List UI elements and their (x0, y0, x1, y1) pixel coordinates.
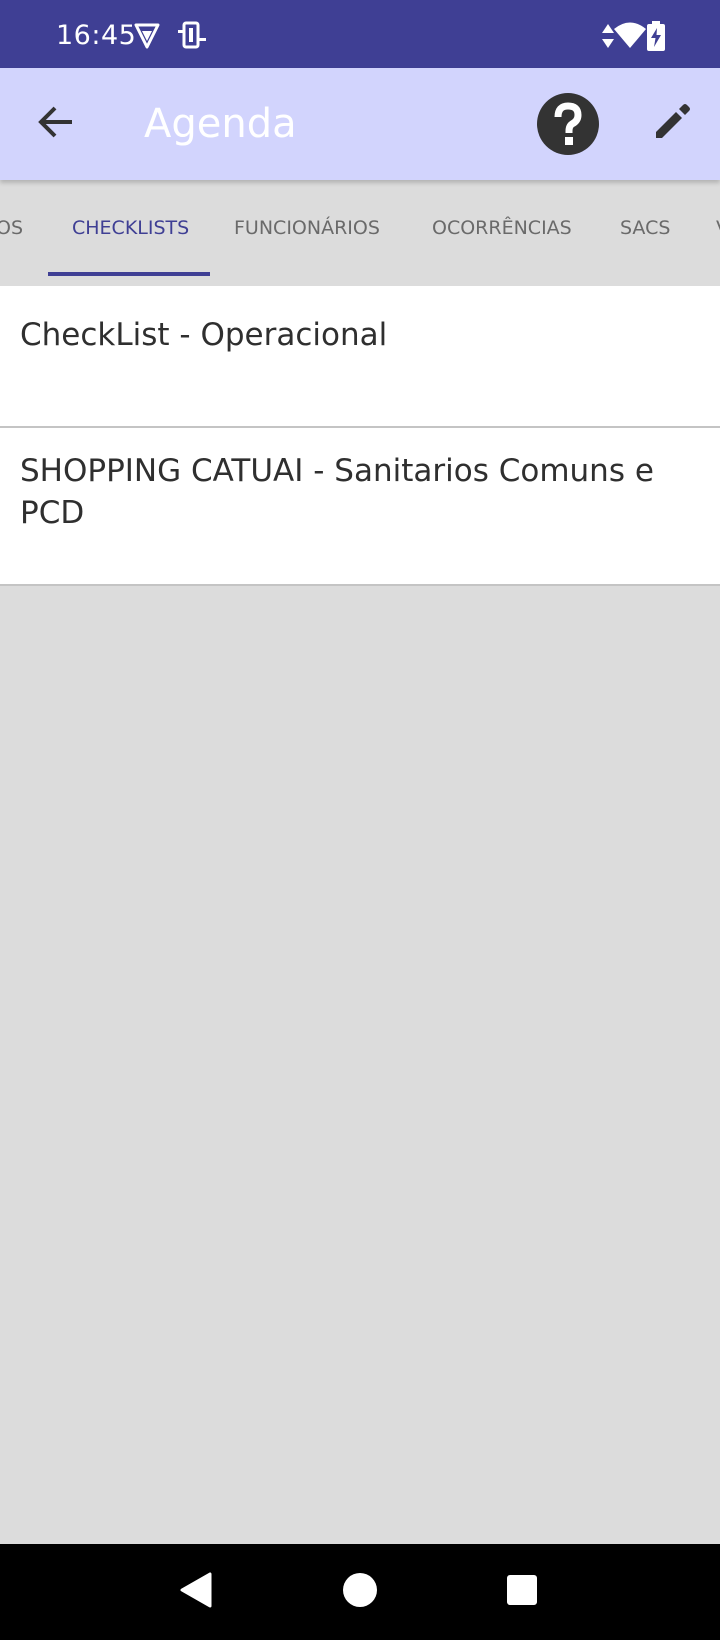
tab-os[interactable]: OS (0, 214, 23, 242)
tab-checklists[interactable]: CHECKLISTS (72, 214, 189, 242)
tab-partial[interactable]: V (716, 214, 720, 242)
checklist-list: CheckList - Operacional SHOPPING CATUAI … (0, 286, 720, 586)
help-button[interactable] (536, 92, 600, 156)
status-bar: 16:45 (0, 0, 720, 68)
pencil-icon (652, 102, 692, 146)
help-circle-icon (536, 93, 600, 160)
tab-bar: OS CHECKLISTS FUNCIONÁRIOS OCORRÊNCIAS S… (0, 180, 720, 276)
back-triangle-icon (176, 1570, 216, 1614)
list-item[interactable]: CheckList - Operacional (0, 286, 720, 428)
status-time: 16:45 (56, 20, 137, 51)
arrow-left-icon (38, 104, 74, 144)
battery-charging-icon (646, 20, 666, 52)
vpn-shield-icon (132, 20, 164, 52)
tab-active-indicator (48, 272, 210, 276)
nav-home-button[interactable] (336, 1568, 384, 1616)
device-icon (176, 20, 208, 52)
screen: 16:45 Agenda OS CHECKLISTS FUNCIONÁRIOS … (0, 0, 720, 1640)
list-item-title: SHOPPING CATUAI - Sanitarios Comuns e PC… (20, 453, 654, 531)
page-title: Agenda (144, 101, 297, 147)
app-bar: Agenda (0, 68, 720, 180)
tab-funcionarios[interactable]: FUNCIONÁRIOS (234, 214, 380, 242)
list-item-title: CheckList - Operacional (20, 317, 388, 353)
nav-recents-button[interactable] (498, 1568, 546, 1616)
navigation-bar (0, 1544, 720, 1640)
tab-sacs[interactable]: SACS (620, 214, 670, 242)
home-circle-icon (340, 1570, 380, 1614)
back-button[interactable] (24, 92, 88, 156)
list-item[interactable]: SHOPPING CATUAI - Sanitarios Comuns e PC… (0, 428, 720, 586)
edit-button[interactable] (640, 92, 704, 156)
wifi-icon (612, 20, 648, 52)
recents-square-icon (502, 1570, 542, 1614)
tab-ocorrencias[interactable]: OCORRÊNCIAS (432, 214, 572, 242)
nav-back-button[interactable] (172, 1568, 220, 1616)
